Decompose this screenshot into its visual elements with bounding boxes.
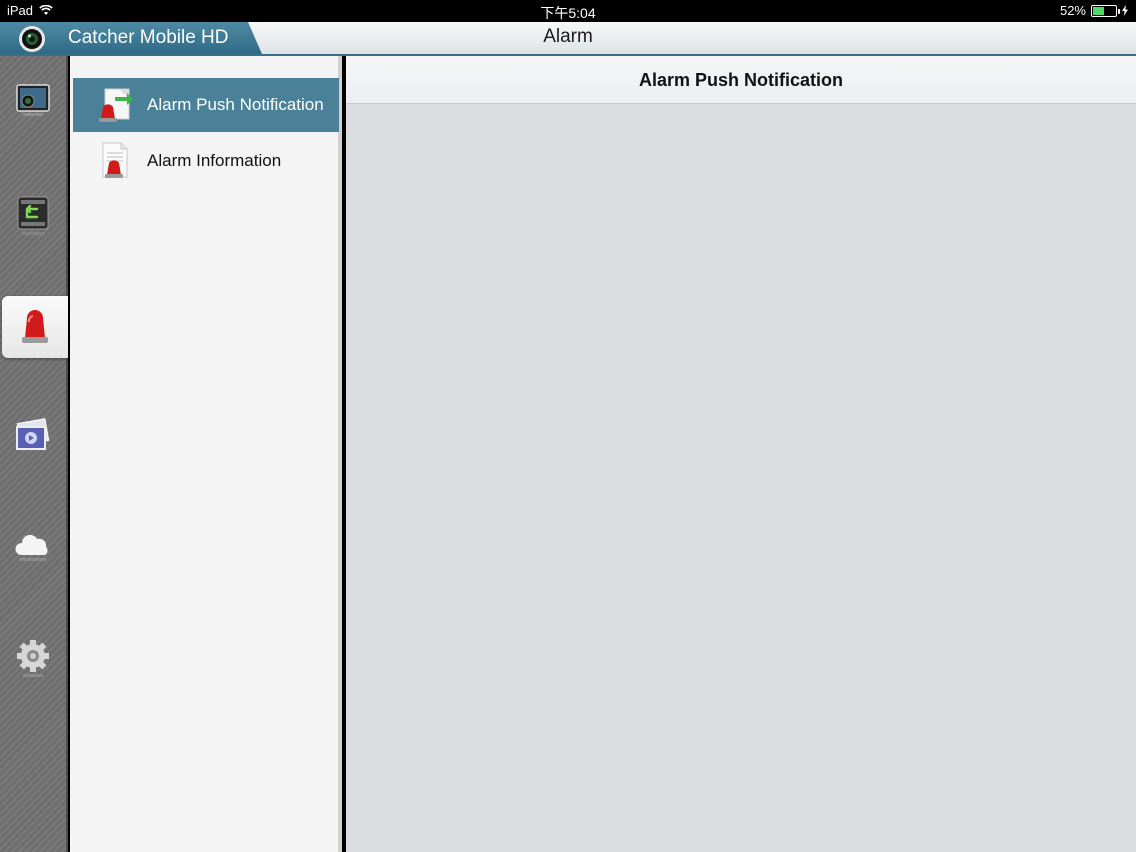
- page-title: Alarm: [543, 26, 593, 47]
- rail-item-playback[interactable]: [0, 186, 66, 248]
- battery-icon: [1091, 4, 1120, 17]
- rail-item-cloud[interactable]: [0, 516, 66, 578]
- gear-icon: [17, 640, 49, 677]
- cloud-icon: [15, 534, 48, 561]
- rail-item-settings[interactable]: [0, 628, 66, 690]
- detail-title: Alarm Push Notification: [346, 56, 1136, 104]
- siren-icon: [22, 310, 48, 343]
- alarm-push-icon: [99, 88, 133, 122]
- charging-bolt-icon: [1122, 5, 1128, 16]
- title-bar: Catcher Mobile HD Alarm: [0, 22, 1136, 56]
- photo-video-icon: [16, 418, 50, 450]
- monitor-camera-icon: [16, 84, 50, 116]
- rail-item-live-view[interactable]: [0, 72, 66, 134]
- status-bar: iPad 下午5:04 52%: [0, 0, 1136, 22]
- rail-item-alarm[interactable]: [2, 296, 68, 358]
- alarm-menu-list: Alarm Push Notification Alarm Informatio…: [70, 56, 342, 852]
- status-time: 下午5:04: [540, 5, 596, 21]
- list-item-label: Alarm Information: [147, 151, 282, 170]
- film-replay-icon: [17, 196, 49, 235]
- list-item-alarm-information[interactable]: Alarm Information: [73, 134, 339, 188]
- battery-percent: 52%: [1059, 3, 1086, 18]
- alarm-document-icon: [102, 142, 128, 178]
- detail-panel: Alarm Push Notification: [346, 56, 1136, 852]
- side-rail: [0, 56, 68, 852]
- list-item-label: Alarm Push Notification: [147, 95, 324, 114]
- list-item-alarm-push-notification[interactable]: Alarm Push Notification: [73, 78, 339, 132]
- rail-item-gallery[interactable]: [0, 406, 66, 468]
